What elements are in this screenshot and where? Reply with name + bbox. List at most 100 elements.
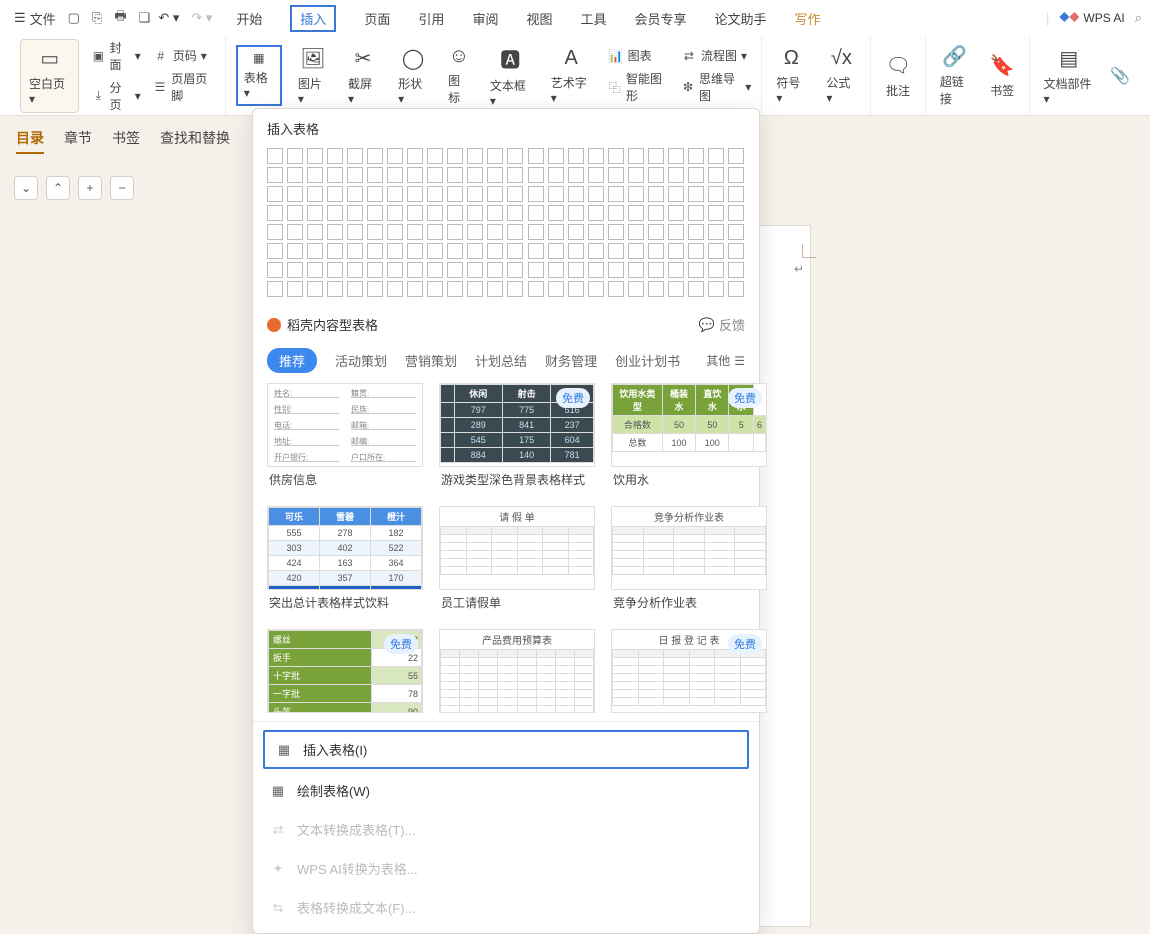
grid-cell[interactable] bbox=[528, 243, 544, 259]
grid-cell[interactable] bbox=[648, 205, 664, 221]
template-daily-report[interactable]: 免费 日 报 登 记 表 bbox=[611, 629, 767, 713]
icons-button[interactable]: ☺图标 bbox=[444, 41, 474, 110]
grid-cell[interactable] bbox=[347, 186, 363, 202]
tab-member[interactable]: 会员专享 bbox=[634, 9, 686, 28]
grid-cell[interactable] bbox=[407, 167, 423, 183]
grid-cell[interactable] bbox=[447, 167, 463, 183]
grid-cell[interactable] bbox=[307, 224, 323, 240]
table-button[interactable]: ▦ 表格 ▾ bbox=[236, 45, 282, 106]
grid-cell[interactable] bbox=[688, 167, 704, 183]
grid-cell[interactable] bbox=[548, 243, 564, 259]
grid-cell[interactable] bbox=[628, 167, 644, 183]
grid-cell[interactable] bbox=[387, 205, 403, 221]
grid-cell[interactable] bbox=[568, 186, 584, 202]
grid-cell[interactable] bbox=[407, 262, 423, 278]
grid-cell[interactable] bbox=[548, 281, 564, 297]
grid-cell[interactable] bbox=[528, 148, 544, 164]
grid-cell[interactable] bbox=[387, 224, 403, 240]
grid-cell[interactable] bbox=[387, 186, 403, 202]
comment-button[interactable]: 🗨批注 bbox=[881, 49, 914, 103]
nav-tab-bookmark[interactable]: 书签 bbox=[112, 128, 140, 154]
grid-cell[interactable] bbox=[668, 167, 684, 183]
collapse-down-button[interactable]: ⌄ bbox=[14, 176, 38, 200]
grid-cell[interactable] bbox=[507, 167, 523, 183]
grid-cell[interactable] bbox=[568, 262, 584, 278]
grid-cell[interactable] bbox=[447, 205, 463, 221]
grid-cell[interactable] bbox=[708, 205, 724, 221]
grid-cell[interactable] bbox=[367, 224, 383, 240]
grid-cell[interactable] bbox=[608, 243, 624, 259]
grid-cell[interactable] bbox=[267, 148, 283, 164]
grid-cell[interactable] bbox=[307, 167, 323, 183]
grid-cell[interactable] bbox=[728, 148, 744, 164]
grid-cell[interactable] bbox=[487, 262, 503, 278]
remove-button[interactable]: − bbox=[110, 176, 134, 200]
grid-cell[interactable] bbox=[467, 186, 483, 202]
grid-cell[interactable] bbox=[467, 205, 483, 221]
grid-cell[interactable] bbox=[427, 262, 443, 278]
grid-cell[interactable] bbox=[287, 224, 303, 240]
grid-cell[interactable] bbox=[528, 186, 544, 202]
grid-cell[interactable] bbox=[327, 186, 343, 202]
grid-cell[interactable] bbox=[387, 148, 403, 164]
template-tools[interactable]: 免费 螺丝42扳手22十字批55一字批78头盔90 bbox=[267, 629, 423, 713]
grid-cell[interactable] bbox=[548, 224, 564, 240]
grid-cell[interactable] bbox=[648, 262, 664, 278]
grid-cell[interactable] bbox=[427, 243, 443, 259]
grid-cell[interactable] bbox=[507, 262, 523, 278]
grid-cell[interactable] bbox=[688, 186, 704, 202]
flowchart-button[interactable]: ⇄流程图 ▾ bbox=[681, 47, 751, 64]
grid-cell[interactable] bbox=[427, 186, 443, 202]
grid-cell[interactable] bbox=[728, 262, 744, 278]
grid-cell[interactable] bbox=[267, 243, 283, 259]
grid-cell[interactable] bbox=[708, 186, 724, 202]
tab-reference[interactable]: 引用 bbox=[418, 9, 444, 28]
attachment-icon[interactable]: 📎 bbox=[1110, 66, 1130, 86]
collapse-up-button[interactable]: ⌃ bbox=[46, 176, 70, 200]
grid-cell[interactable] bbox=[588, 148, 604, 164]
grid-cell[interactable] bbox=[588, 224, 604, 240]
category-activity[interactable]: 活动策划 bbox=[335, 351, 387, 370]
grid-cell[interactable] bbox=[688, 281, 704, 297]
grid-cell[interactable] bbox=[507, 243, 523, 259]
tab-write[interactable]: 写作 bbox=[795, 9, 821, 28]
grid-cell[interactable] bbox=[588, 205, 604, 221]
grid-cell[interactable] bbox=[708, 281, 724, 297]
grid-cell[interactable] bbox=[367, 205, 383, 221]
grid-cell[interactable] bbox=[407, 148, 423, 164]
grid-cell[interactable] bbox=[367, 148, 383, 164]
category-marketing[interactable]: 营销策划 bbox=[405, 351, 457, 370]
grid-cell[interactable] bbox=[507, 281, 523, 297]
grid-cell[interactable] bbox=[708, 148, 724, 164]
grid-cell[interactable] bbox=[728, 167, 744, 183]
grid-cell[interactable] bbox=[648, 186, 664, 202]
grid-cell[interactable] bbox=[367, 243, 383, 259]
picture-button[interactable]: 🖼图片 ▾ bbox=[294, 42, 332, 110]
grid-cell[interactable] bbox=[427, 167, 443, 183]
grid-cell[interactable] bbox=[287, 148, 303, 164]
grid-cell[interactable] bbox=[648, 224, 664, 240]
grid-cell[interactable] bbox=[628, 281, 644, 297]
grid-cell[interactable] bbox=[407, 205, 423, 221]
grid-cell[interactable] bbox=[668, 186, 684, 202]
grid-cell[interactable] bbox=[347, 224, 363, 240]
grid-cell[interactable] bbox=[327, 224, 343, 240]
grid-cell[interactable] bbox=[608, 167, 624, 183]
search-icon[interactable]: ⌕ bbox=[1135, 10, 1142, 26]
grid-cell[interactable] bbox=[347, 148, 363, 164]
grid-cell[interactable] bbox=[327, 167, 343, 183]
grid-cell[interactable] bbox=[487, 167, 503, 183]
grid-cell[interactable] bbox=[648, 243, 664, 259]
bookmark-button[interactable]: 🔖书签 bbox=[986, 49, 1019, 103]
template-budget[interactable]: 产品费用预算表 bbox=[439, 629, 595, 713]
template-leave-form[interactable]: 请 假 单 bbox=[439, 506, 595, 590]
grid-cell[interactable] bbox=[267, 186, 283, 202]
category-finance[interactable]: 财务管理 bbox=[545, 351, 597, 370]
nav-tab-toc[interactable]: 目录 bbox=[16, 128, 44, 154]
grid-cell[interactable] bbox=[287, 167, 303, 183]
grid-cell[interactable] bbox=[548, 186, 564, 202]
wps-ai-button[interactable]: WPS AI bbox=[1059, 11, 1124, 25]
grid-cell[interactable] bbox=[628, 224, 644, 240]
grid-cell[interactable] bbox=[668, 262, 684, 278]
grid-cell[interactable] bbox=[407, 224, 423, 240]
